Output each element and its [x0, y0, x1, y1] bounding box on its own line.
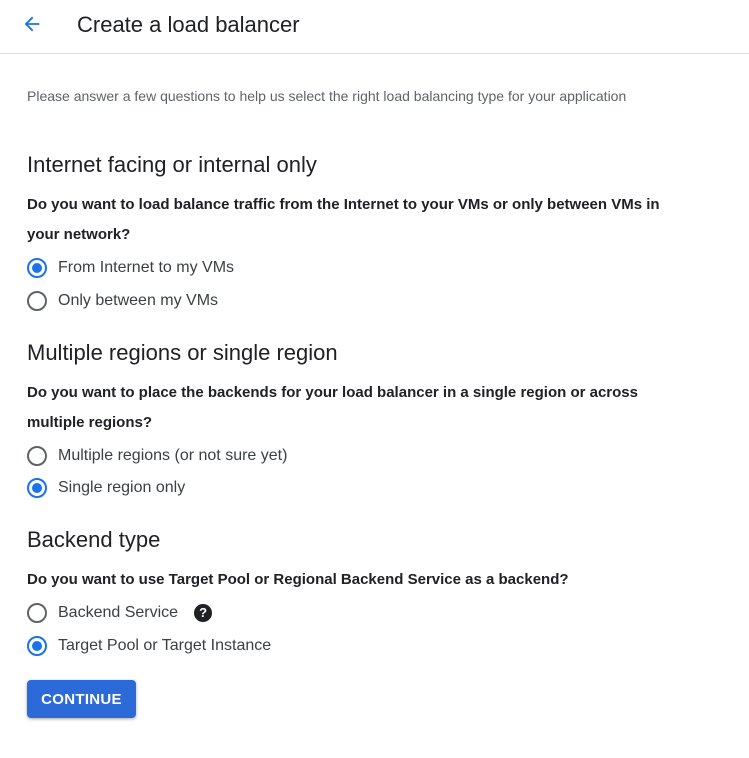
radio-multiple-regions[interactable]	[27, 446, 47, 466]
radio-backend-service[interactable]	[27, 603, 47, 623]
option-from-internet[interactable]: From Internet to my VMs	[27, 256, 234, 280]
question-internet-facing: Do you want to load balance traffic from…	[27, 196, 660, 243]
section-title-regions: Multiple regions or single region	[27, 340, 338, 365]
radio-single-region[interactable]	[27, 478, 47, 498]
header: Create a load balancer	[0, 0, 749, 54]
section-title-internet-facing: Internet facing or internal only	[27, 152, 317, 177]
section-title-backend-type: Backend type	[27, 527, 161, 552]
option-only-between-vms[interactable]: Only between my VMs	[27, 289, 218, 313]
option-label: Only between my VMs	[58, 292, 219, 309]
radio-only-between-vms[interactable]	[27, 291, 47, 311]
option-label: From Internet to my VMs	[58, 259, 235, 276]
arrow-back-icon	[21, 13, 43, 40]
question-backend-type: Do you want to use Target Pool or Region…	[27, 571, 569, 588]
option-target-pool[interactable]: Target Pool or Target Instance	[27, 634, 271, 658]
intro-text: Please answer a few questions to help us…	[27, 88, 627, 104]
option-backend-service[interactable]: Backend Service ?	[27, 601, 213, 625]
question-regions: Do you want to place the backends for yo…	[27, 384, 638, 431]
option-label: Single region only	[58, 479, 186, 496]
radio-from-internet[interactable]	[27, 258, 47, 278]
help-icon[interactable]: ?	[194, 604, 213, 622]
option-label: Multiple regions (or not sure yet)	[58, 447, 288, 464]
back-button[interactable]	[14, 8, 50, 44]
option-label: Target Pool or Target Instance	[58, 637, 272, 654]
continue-button[interactable]: CONTINUE	[27, 680, 136, 718]
option-multiple-regions[interactable]: Multiple regions (or not sure yet)	[27, 444, 287, 468]
option-label: Backend Service	[58, 604, 179, 621]
page-title: Create a load balancer	[77, 12, 300, 37]
option-single-region[interactable]: Single region only	[27, 476, 185, 500]
radio-target-pool[interactable]	[27, 636, 47, 656]
